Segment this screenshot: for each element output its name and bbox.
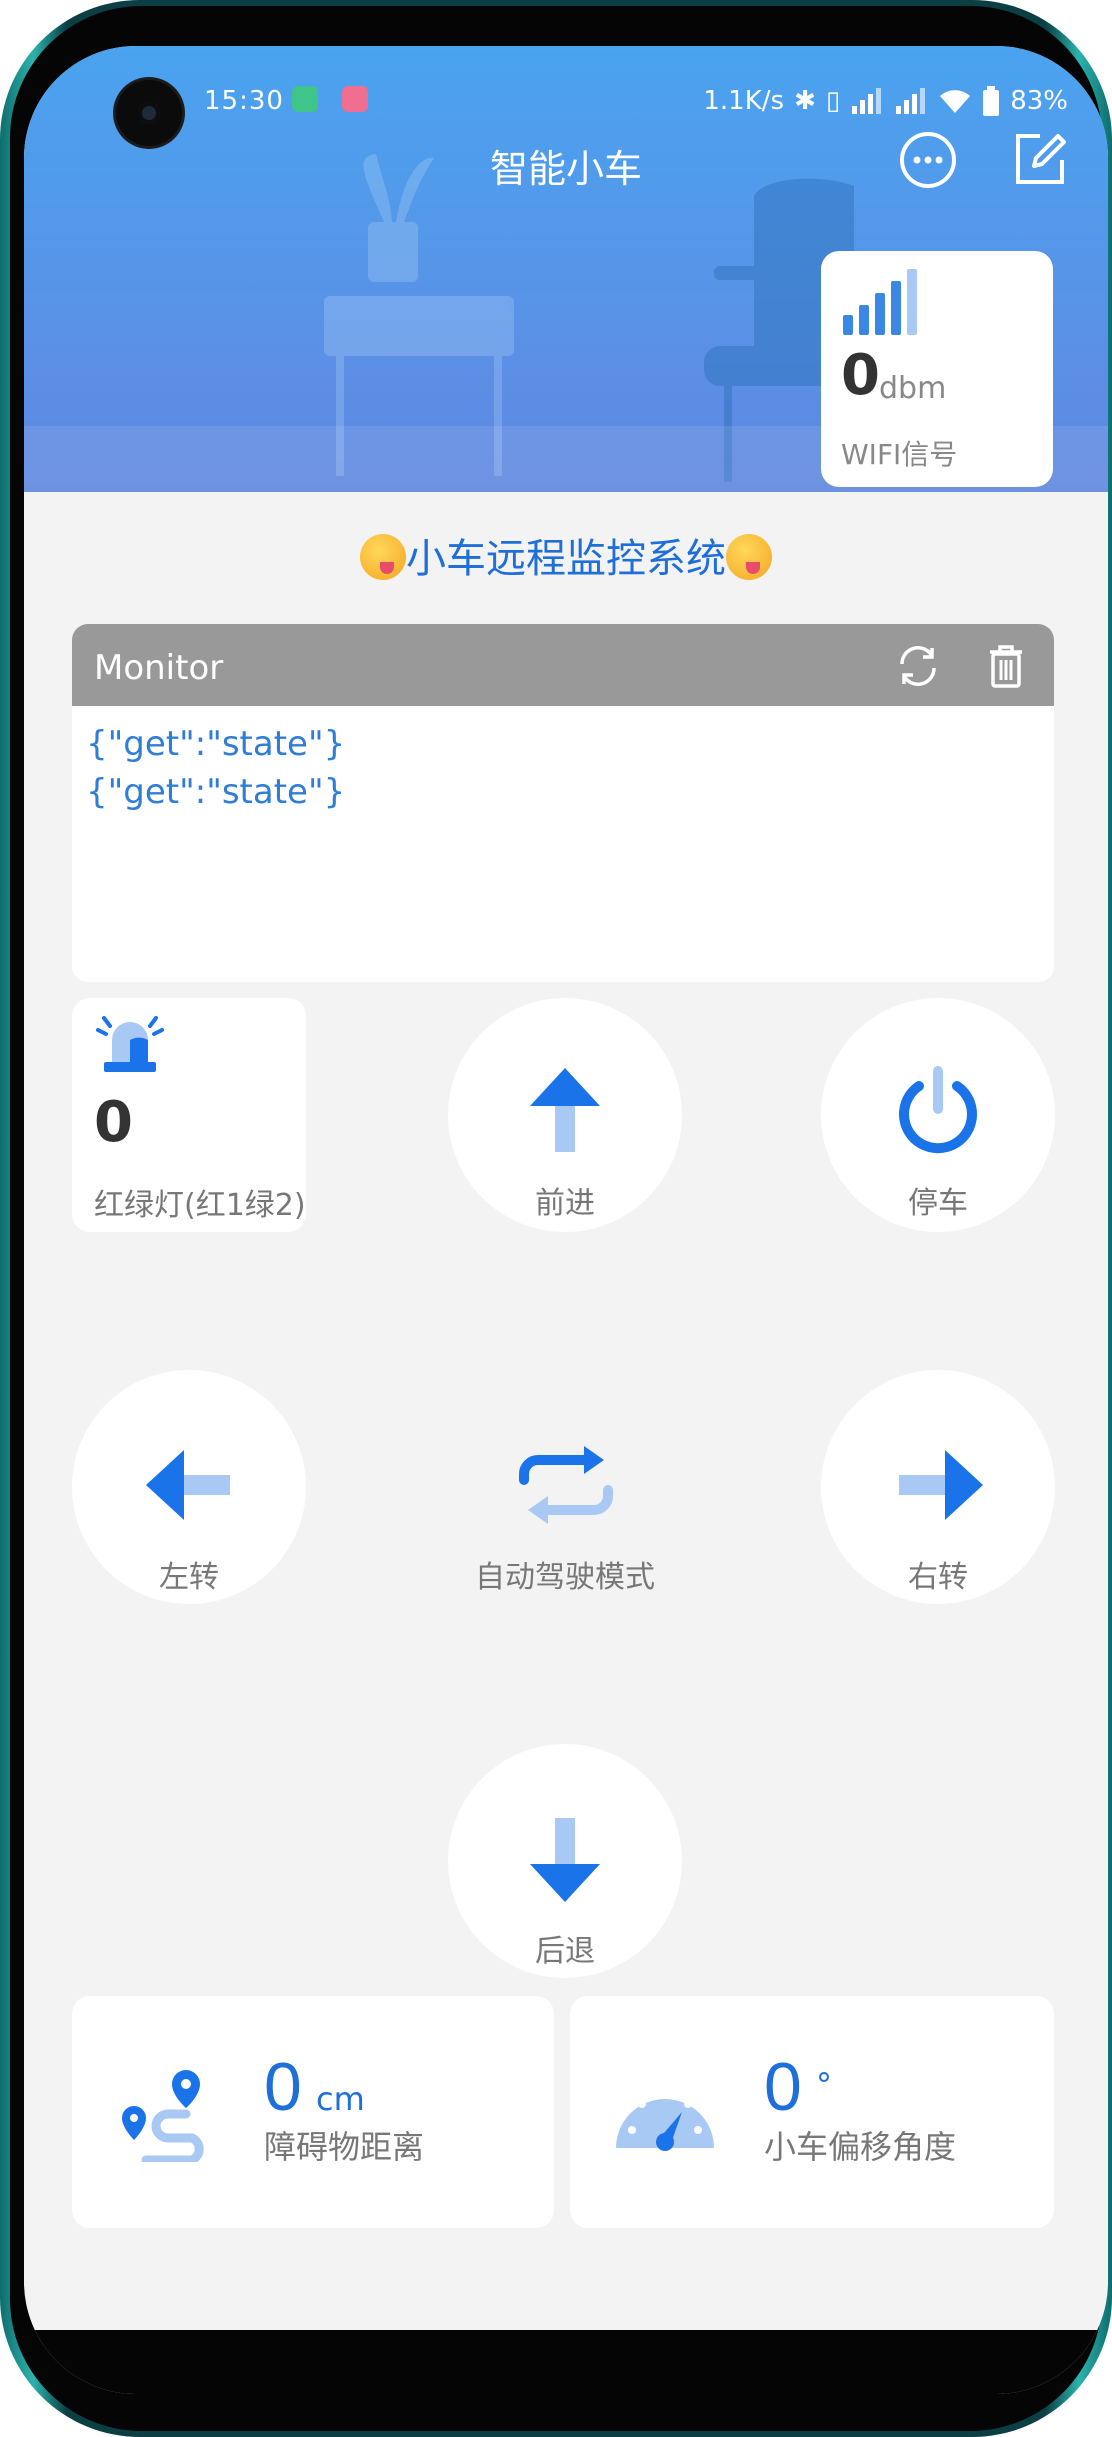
angle-value: 0	[764, 2049, 802, 2125]
distance-value: 0	[264, 2049, 302, 2125]
battery-percent: 83%	[1010, 86, 1068, 116]
edit-icon[interactable]	[1010, 130, 1070, 190]
auto-drive-button[interactable]: 自动驾驶模式	[448, 1370, 682, 1604]
auto-drive-label: 自动驾驶模式	[475, 1560, 655, 1595]
monitor-panel: Monitor {"get":"state"} {"get":"state"}	[72, 624, 1054, 982]
signal-hd-icon	[852, 88, 882, 114]
header: 15:30 1.1K/s ✱ ▯ 83% 智能小车 0 dbm WIFI信号	[24, 46, 1108, 492]
route-pin-icon	[122, 2070, 204, 2162]
traffic-light-card: 0 红绿灯(红1绿2)	[72, 998, 306, 1232]
umbrella-notification-icon	[292, 86, 318, 112]
arrow-right-icon	[899, 1450, 983, 1520]
angle-label: 小车偏移角度	[764, 2128, 957, 2166]
bottom-bezel	[24, 2330, 1108, 2394]
status-time: 15:30	[204, 86, 284, 116]
arrow-up-icon	[530, 1068, 600, 1152]
status-indicators: 1.1K/s ✱ ▯ 83%	[703, 84, 1068, 118]
log-line: {"get":"state"}	[86, 772, 346, 812]
arrow-down-icon	[530, 1818, 600, 1902]
monitor-title: Monitor	[94, 648, 224, 688]
phone-bezel: 15:30 1.1K/s ✱ ▯ 83% 智能小车 0 dbm WIFI信号 小…	[10, 6, 1108, 2431]
turn-right-button[interactable]: 右转	[821, 1370, 1055, 1604]
microphone-notification-icon	[342, 86, 368, 112]
monitor-log: {"get":"state"} {"get":"state"}	[72, 706, 1054, 830]
wifi-label: WIFI信号	[841, 438, 958, 471]
battery-icon	[983, 86, 1000, 116]
monitor-header: Monitor	[72, 624, 1054, 706]
traffic-light-label: 红绿灯(红1绿2)	[94, 1188, 306, 1223]
log-line: {"get":"state"}	[86, 724, 346, 764]
signal-strength-icon	[843, 269, 917, 335]
arrow-left-icon	[146, 1450, 230, 1520]
offset-angle-card: 0 ° 小车偏移角度	[570, 1996, 1054, 2228]
vibrate-icon: ▯	[825, 86, 841, 116]
power-icon	[899, 1066, 977, 1154]
app-screen: 15:30 1.1K/s ✱ ▯ 83% 智能小车 0 dbm WIFI信号 小…	[24, 46, 1108, 2394]
obstacle-distance-card: 0 cm 障碍物距离	[72, 1996, 554, 2228]
alarm-light-icon	[96, 1016, 164, 1072]
backward-button[interactable]: 后退	[448, 1744, 682, 1978]
refresh-icon[interactable]	[894, 642, 942, 690]
bluetooth-icon: ✱	[794, 86, 816, 116]
angle-unit: °	[816, 2066, 832, 2104]
yum-emoji-icon	[726, 534, 772, 580]
yum-emoji-icon	[360, 534, 406, 580]
repeat-icon	[519, 1446, 613, 1524]
backward-label: 后退	[535, 1934, 595, 1969]
front-camera	[116, 80, 182, 146]
turn-right-label: 右转	[908, 1560, 968, 1595]
distance-unit: cm	[316, 2080, 365, 2118]
signal-hd2-icon	[896, 88, 926, 114]
system-title: 小车远程监控系统	[24, 526, 1108, 584]
turn-left-label: 左转	[159, 1560, 219, 1595]
system-title-text: 小车远程监控系统	[406, 536, 726, 582]
speedometer-icon	[616, 2090, 714, 2151]
forward-label: 前进	[535, 1186, 595, 1221]
forward-button[interactable]: 前进	[448, 998, 682, 1232]
distance-label: 障碍物距离	[264, 2128, 425, 2166]
turn-left-button[interactable]: 左转	[72, 1370, 306, 1604]
wifi-unit: dbm	[879, 371, 947, 406]
trash-icon[interactable]	[982, 642, 1030, 690]
wifi-status-icon	[940, 90, 971, 113]
traffic-light-value: 0	[94, 1090, 133, 1155]
wifi-value: 0	[841, 343, 880, 408]
phone-frame: 15:30 1.1K/s ✱ ▯ 83% 智能小车 0 dbm WIFI信号 小…	[0, 0, 1112, 2437]
stop-label: 停车	[908, 1186, 968, 1221]
net-speed: 1.1K/s	[703, 86, 785, 116]
stop-button[interactable]: 停车	[821, 998, 1055, 1232]
more-options-icon[interactable]	[898, 130, 958, 190]
wifi-signal-card: 0 dbm WIFI信号	[821, 251, 1053, 487]
